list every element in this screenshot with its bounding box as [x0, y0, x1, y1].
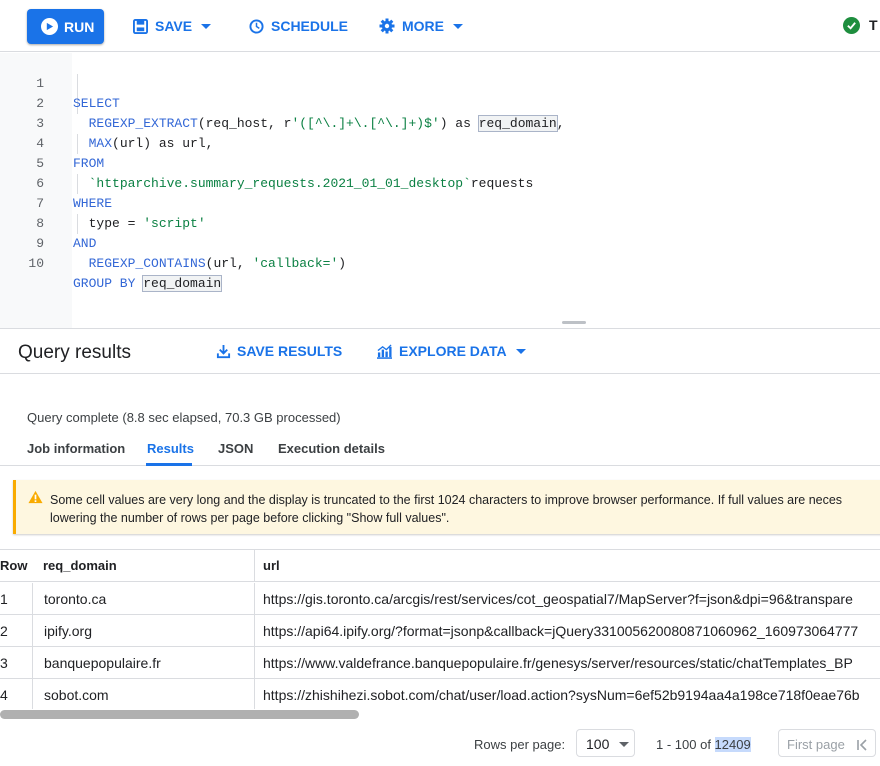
warning-icon — [28, 490, 43, 504]
results-tabs: Job information Results JSON Execution d… — [0, 432, 880, 466]
warning-line: Some cell values are very long and the d… — [50, 493, 843, 507]
code-line: 7 type = 'script' — [0, 174, 880, 231]
clock-icon — [249, 18, 264, 34]
header-row: Row — [0, 558, 28, 573]
editor-resize-handle[interactable] — [562, 321, 586, 324]
line-number: 10 — [28, 256, 44, 271]
chart-icon — [377, 343, 392, 359]
results-header: Query results SAVE RESULTS EXPLORE DATA — [0, 328, 880, 374]
cell-req-domain: toronto.ca — [32, 583, 254, 615]
chevron-down-icon — [619, 742, 629, 747]
code-token: (url, — [205, 256, 253, 271]
header-req-domain: req_domain — [43, 558, 117, 573]
bigquery-console: RUN SAVE SCHEDULE MORE T 1 SELECT 2 REGE… — [0, 0, 880, 766]
cell-url: https://www.valdefrance.banquepopulaire.… — [254, 647, 880, 679]
gear-icon — [379, 18, 395, 34]
code-line: 2 REGEXP_EXTRACT(req_host, r'([^\.]+\.[^… — [0, 74, 880, 132]
cell-url: https://gis.toronto.ca/arcgis/rest/servi… — [254, 583, 880, 615]
chevron-down-icon — [515, 348, 526, 354]
first-page-icon — [857, 739, 868, 751]
code-line: 8 AND — [0, 194, 880, 251]
table-row: 3 banquepopulaire.fr https://www.valdefr… — [0, 647, 880, 679]
code-line: 4 FROM — [0, 114, 880, 171]
schedule-label: SCHEDULE — [271, 18, 349, 34]
rows-per-page-select[interactable]: 100 — [576, 729, 635, 757]
download-icon — [216, 344, 231, 358]
row-number: 2 — [0, 623, 8, 639]
table-header-row: Row req_domain url — [0, 550, 880, 582]
active-tab-indicator — [146, 463, 192, 466]
code-line: 5 `httparchive.summary_requests.2021_01_… — [0, 134, 880, 191]
save-icon — [133, 18, 148, 34]
query-editor[interactable]: 1 SELECT 2 REGEXP_EXTRACT(req_host, r'([… — [0, 53, 880, 328]
row-number: 1 — [0, 591, 8, 607]
save-label: SAVE — [155, 18, 193, 34]
code-line: 6 WHERE — [0, 154, 880, 211]
first-page-label: First page — [787, 737, 845, 752]
page-range: 1 - 100 of 12409 — [656, 737, 751, 752]
pagination: Rows per page: 100 1 - 100 of 12409 Firs… — [0, 722, 880, 766]
results-table: Row req_domain url 1 toronto.ca https://… — [0, 549, 880, 709]
query-toolbar: RUN SAVE SCHEDULE MORE T — [0, 0, 880, 52]
table-row: 2 ipify.org https://api64.ipify.org/?for… — [0, 615, 880, 647]
cell-url: https://zhishihezi.sobot.com/chat/user/l… — [254, 679, 880, 709]
schedule-button[interactable]: SCHEDULE — [249, 0, 348, 52]
more-button[interactable]: MORE — [379, 0, 463, 52]
truncation-warning: Some cell values are very long and the d… — [13, 480, 880, 534]
first-page-button[interactable]: First page — [778, 729, 876, 757]
table-row: 1 toronto.ca https://gis.toronto.ca/arcg… — [0, 583, 880, 615]
chevron-down-icon — [201, 23, 212, 29]
tab-execution-details[interactable]: Execution details — [278, 441, 385, 456]
row-number: 3 — [0, 655, 8, 671]
query-status: Query complete (8.8 sec elapsed, 70.3 GB… — [27, 410, 341, 425]
code-line: 3 MAX(url) as url, — [0, 94, 880, 151]
explore-data-label: EXPLORE DATA — [399, 343, 507, 359]
cell-req-domain: sobot.com — [32, 679, 254, 709]
code-token: ) — [338, 256, 347, 271]
explore-data-button[interactable]: EXPLORE DATA — [376, 343, 526, 359]
validator-status: T — [869, 17, 878, 33]
save-button[interactable]: SAVE — [133, 0, 212, 52]
row-number: 4 — [0, 687, 8, 703]
cell-req-domain: banquepopulaire.fr — [32, 647, 254, 679]
tab-job-information[interactable]: Job information — [27, 441, 125, 456]
run-button[interactable]: RUN — [27, 9, 104, 44]
code-token: GROUP BY — [73, 276, 144, 291]
chevron-down-icon — [453, 23, 463, 29]
results-title: Query results — [18, 342, 131, 363]
run-label: RUN — [64, 18, 95, 35]
code-line: 10 GROUP BY req_domain — [0, 234, 880, 292]
rows-per-page-value: 100 — [586, 736, 610, 752]
range-prefix: 1 - 100 of — [656, 737, 715, 752]
table-row: 4 sobot.com https://zhishihezi.sobot.com… — [0, 679, 880, 709]
cell-req-domain: ipify.org — [32, 615, 254, 647]
more-label: MORE — [402, 18, 444, 34]
tab-json[interactable]: JSON — [218, 441, 253, 456]
save-results-button[interactable]: SAVE RESULTS — [216, 343, 342, 359]
code-token: REGEXP_CONTAINS — [88, 256, 206, 271]
rows-per-page-label: Rows per page: — [474, 737, 566, 752]
code-token-highlight: req_domain — [142, 275, 223, 292]
warning-line: lowering the number of rows per page bef… — [50, 511, 450, 525]
code-token: 'callback=' — [252, 256, 339, 271]
code-line: 1 SELECT — [0, 54, 880, 111]
total-rows: 12409 — [714, 737, 751, 752]
play-icon — [41, 18, 58, 35]
code-line: 9 REGEXP_CONTAINS(url, 'callback=') — [0, 214, 880, 271]
save-results-label: SAVE RESULTS — [237, 343, 343, 359]
cell-url: https://api64.ipify.org/?format=jsonp&ca… — [254, 615, 880, 647]
tab-results[interactable]: Results — [147, 441, 194, 456]
header-url: url — [254, 550, 880, 582]
check-circle-icon — [843, 17, 860, 34]
horizontal-scrollbar[interactable] — [0, 710, 359, 719]
